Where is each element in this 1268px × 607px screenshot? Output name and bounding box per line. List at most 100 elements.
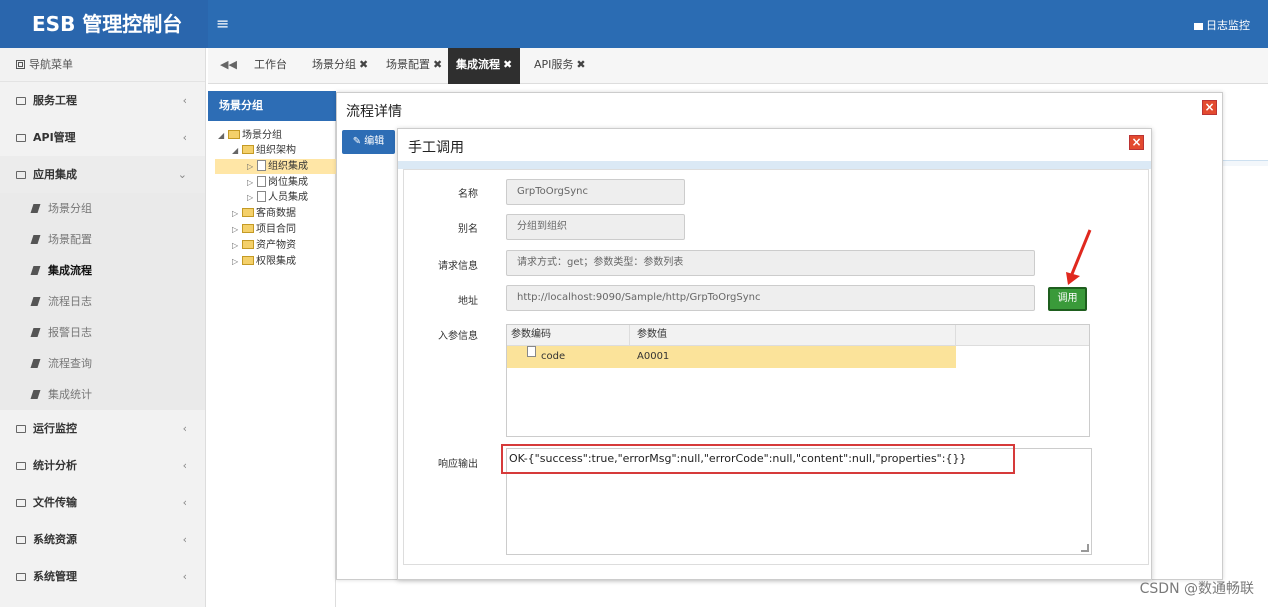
tab-back-icon[interactable]: ◀◀ — [212, 48, 245, 84]
tree-node[interactable]: ◢ 场景分组 — [218, 128, 282, 143]
folder-icon — [16, 573, 26, 581]
tree-node-selected[interactable]: ▷ 组织集成 — [215, 159, 336, 174]
address-label: 地址 — [458, 296, 478, 307]
table-row[interactable]: code A0001 — [507, 346, 956, 368]
tree-node[interactable]: ◢ 组织架构 — [232, 143, 296, 158]
sidebar-item-label: 运行监控 — [33, 422, 77, 435]
collapse-icon[interactable]: ▷ — [247, 175, 257, 190]
red-arrow-icon — [1066, 229, 1092, 285]
collapse-icon[interactable]: ▷ — [247, 190, 257, 205]
tree-node-label: 资产物资 — [256, 240, 296, 251]
address-field[interactable]: http://localhost:9090/Sample/http/GrpToO… — [506, 285, 1035, 311]
close-icon[interactable]: ✖ — [503, 58, 512, 71]
tree-node[interactable]: ▷ 岗位集成 — [247, 175, 308, 190]
tree-node[interactable]: ▷ 权限集成 — [232, 254, 296, 269]
grid-header-code: 参数编码 — [511, 329, 551, 340]
chevron-left-icon: ‹ — [182, 570, 187, 583]
name-label: 名称 — [458, 189, 478, 200]
tree-node-label: 客商数据 — [256, 208, 296, 219]
log-monitor-label: 日志监控 — [1206, 19, 1250, 32]
sidebar-item-system-admin[interactable]: 系统管理 ‹ — [0, 558, 205, 595]
folder-icon — [16, 97, 26, 105]
tree-node-label: 项目合同 — [256, 224, 296, 235]
collapse-icon[interactable]: ▷ — [232, 254, 242, 269]
tab-api-service[interactable]: API服务 ✖ — [526, 48, 594, 84]
sidebar-item-label: 文件传输 — [33, 496, 77, 509]
folder-icon — [16, 462, 26, 470]
sidebar-item-system-resource[interactable]: 系统资源 ‹ — [0, 521, 205, 558]
close-icon[interactable]: ✖ — [576, 58, 585, 71]
resize-handle-icon[interactable] — [1081, 544, 1089, 552]
tab-label: 集成流程 — [456, 58, 500, 71]
submenu-label: 集成流程 — [48, 264, 92, 277]
leaf-icon — [30, 359, 41, 368]
request-info-field[interactable]: 请求方式：get；参数类型：参数列表 — [506, 250, 1035, 276]
submenu-item-scene-config[interactable]: 场景配置 — [0, 224, 205, 255]
tab-scene-config[interactable]: 场景配置 ✖ — [378, 48, 450, 84]
submenu-item-scene-group[interactable]: 场景分组 — [0, 193, 205, 224]
tree-node-label: 权限集成 — [256, 256, 296, 267]
folder-open-icon — [242, 145, 254, 154]
sidebar-item-label: API管理 — [33, 131, 76, 144]
edit-button[interactable]: ✎ 编辑 — [342, 130, 395, 154]
tree-node[interactable]: ▷ 资产物资 — [232, 238, 296, 253]
collapse-icon[interactable]: ▷ — [247, 159, 257, 174]
sidebar-item-label: 系统管理 — [33, 570, 77, 583]
watermark: CSDN @数通畅联 — [1139, 581, 1254, 597]
top-bar: ESB 管理控制台 ≡ 日志监控 — [0, 0, 1268, 48]
tab-scene-group[interactable]: 场景分组 ✖ — [304, 48, 376, 84]
tree-node[interactable]: ▷ 人员集成 — [247, 190, 308, 205]
collapse-icon[interactable]: ▷ — [232, 206, 242, 221]
folder-icon — [16, 171, 26, 179]
folder-icon — [242, 224, 254, 233]
invoke-button[interactable]: 调用 — [1048, 287, 1087, 311]
tree-node-label: 人员集成 — [268, 192, 308, 203]
submenu-item-flow-query[interactable]: 流程查询 — [0, 348, 205, 379]
response-label: 响应输出 — [438, 459, 478, 470]
tree-node[interactable]: ▷ 项目合同 — [232, 222, 296, 237]
alias-field[interactable]: 分组到组织 — [506, 214, 685, 240]
submenu-item-flow-log[interactable]: 流程日志 — [0, 286, 205, 317]
nav-header: 导航菜单 — [0, 48, 205, 82]
nav-header-label: 导航菜单 — [29, 58, 73, 71]
menu-toggle-icon[interactable]: ≡ — [216, 14, 229, 33]
collapse-icon[interactable]: ▷ — [232, 238, 242, 253]
leaf-icon — [30, 204, 41, 213]
sidebar-item-api[interactable]: API管理 ‹ — [0, 119, 205, 156]
name-field[interactable]: GrpToOrgSync — [506, 179, 685, 205]
submenu-item-integration-stats[interactable]: 集成统计 — [0, 379, 205, 410]
tab-integration-flow[interactable]: 集成流程 ✖ — [448, 48, 521, 84]
close-icon[interactable]: ✖ — [359, 58, 368, 71]
leaf-icon — [30, 235, 41, 244]
submenu-label: 流程查询 — [48, 357, 92, 370]
tree-node-label: 组织集成 — [268, 161, 308, 172]
close-icon[interactable]: × — [1202, 100, 1217, 115]
tree-panel-header: 场景分组 — [208, 91, 336, 121]
sidebar-item-run-monitor[interactable]: 运行监控 ‹ — [0, 410, 205, 447]
log-monitor-link[interactable]: 日志监控 — [1194, 17, 1250, 33]
collapse-icon[interactable]: ▷ — [232, 222, 242, 237]
monitor-icon — [1194, 23, 1203, 30]
expand-icon[interactable]: ◢ — [232, 143, 242, 158]
expand-icon[interactable]: ◢ — [218, 128, 228, 143]
param-value-cell[interactable]: A0001 — [637, 346, 669, 368]
submenu-item-alarm-log[interactable]: 报警日志 — [0, 317, 205, 348]
dialog-title: 手工调用 — [408, 140, 464, 156]
response-output-highlight: OK-{"success":true,"errorMsg":null,"erro… — [501, 444, 1015, 474]
tree-node[interactable]: ▷ 客商数据 — [232, 206, 296, 221]
sidebar-item-statistics[interactable]: 统计分析 ‹ — [0, 447, 205, 484]
leaf-icon — [30, 266, 41, 275]
sidebar-item-service-project[interactable]: 服务工程 ‹ — [0, 82, 205, 119]
sidebar-item-file-transfer[interactable]: 文件传输 ‹ — [0, 484, 205, 521]
leaf-icon — [30, 390, 41, 399]
file-icon — [257, 160, 266, 171]
folder-icon — [242, 208, 254, 217]
sidebar-item-label: 应用集成 — [33, 168, 77, 181]
close-icon[interactable]: × — [1129, 135, 1144, 150]
submenu-label: 场景分组 — [48, 202, 92, 215]
folder-icon — [16, 499, 26, 507]
submenu-item-integration-flow[interactable]: 集成流程 — [0, 255, 205, 286]
close-icon[interactable]: ✖ — [433, 58, 442, 71]
sidebar-item-app-integration[interactable]: 应用集成 ⌄ — [0, 156, 205, 193]
tab-workbench[interactable]: 工作台 — [246, 48, 295, 84]
